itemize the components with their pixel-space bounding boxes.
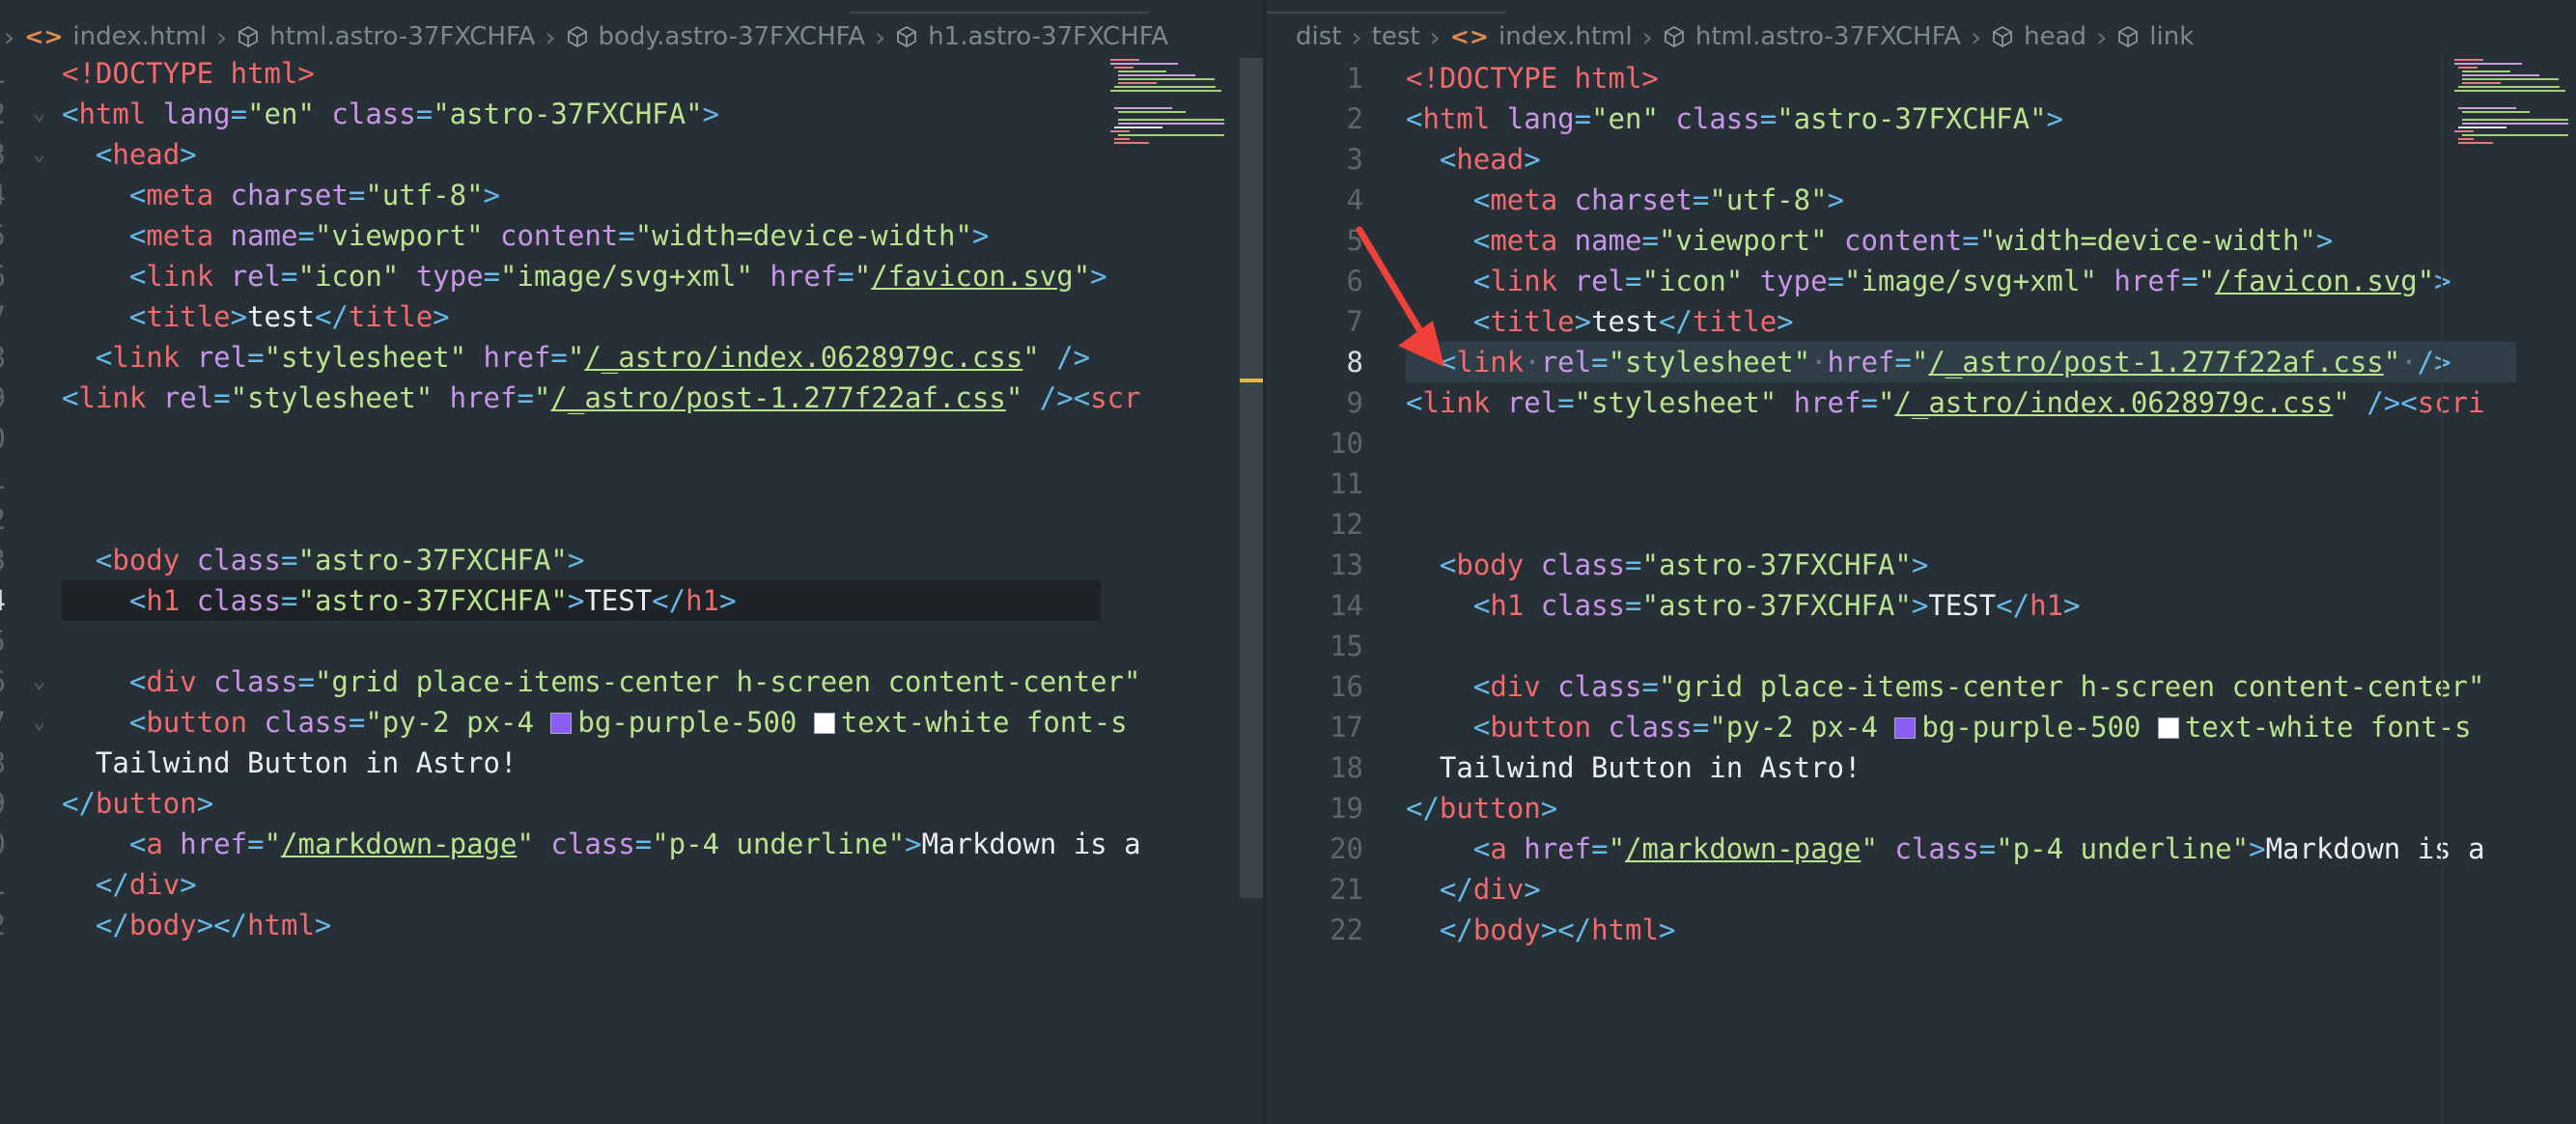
code-line[interactable]: 11 [1267, 464, 2576, 504]
code-line[interactable]: 2 [0, 499, 1267, 540]
minimap[interactable] [1106, 53, 1230, 159]
left-editor-pane[interactable]: › <> index.html › html.astro-37FXCHFA › … [0, 0, 1267, 1124]
chevron-right-icon: › [2096, 20, 2108, 53]
code-line[interactable]: 15 [1267, 626, 2576, 666]
chevron-down-icon[interactable]: ⌄ [33, 661, 45, 702]
breadcrumb-item[interactable]: head [2024, 22, 2086, 51]
chevron-down-icon[interactable]: ⌄ [33, 94, 45, 134]
code-line[interactable]: 6 <link rel="icon" type="image/svg+xml" … [0, 256, 1267, 296]
color-swatch[interactable] [2157, 717, 2179, 739]
right-editor-pane[interactable]: dist › test › <> index.html › html.astro… [1267, 0, 2576, 1124]
code-line[interactable]: 12 [1267, 504, 2576, 545]
cube-icon [1991, 25, 2014, 48]
chevron-right-icon: › [1970, 20, 1982, 53]
chevron-down-icon[interactable]: ⌄ [33, 134, 45, 175]
code-line[interactable]: 17 <button class="py-2 px-4 bg-purple-50… [1267, 707, 2576, 747]
code-line[interactable]: 3 <body class="astro-37FXCHFA"> [0, 540, 1267, 580]
code-line[interactable]: 0 <a href="/markdown-page" class="p-4 un… [0, 824, 1267, 864]
code-line[interactable]: 1 </div> [0, 864, 1267, 905]
scrollbar-marker [1240, 379, 1263, 382]
code-line[interactable]: 1<!DOCTYPE html> [1267, 58, 2576, 98]
chevron-right-icon: › [4, 20, 15, 53]
code-line[interactable]: 1<!DOCTYPE html> [0, 53, 1267, 94]
code-line[interactable]: 8 <link rel="stylesheet" href="/_astro/i… [0, 337, 1267, 378]
color-swatch[interactable] [550, 713, 573, 734]
chevron-right-icon: › [545, 20, 556, 53]
code-line[interactable]: 21 </div> [1267, 869, 2576, 910]
code-line[interactable]: 6⌄ <div class="grid place-items-center h… [0, 661, 1267, 702]
code-line[interactable]: 6 <link rel="icon" type="image/svg+xml" … [1267, 261, 2576, 301]
breadcrumb-item[interactable]: h1.astro-37FXCHFA [928, 22, 1168, 51]
breadcrumb-item[interactable]: dist [1296, 22, 1341, 51]
code-line[interactable]: 10 [1267, 423, 2576, 464]
code-line[interactable]: 2 </body></html> [0, 905, 1267, 945]
code-line[interactable]: 4 <meta charset="utf-8"> [0, 175, 1267, 215]
code-line[interactable]: 13 <body class="astro-37FXCHFA"> [1267, 545, 2576, 585]
html-tag-icon: <> [1449, 23, 1490, 50]
code-line[interactable]: 20 <a href="/markdown-page" class="p-4 u… [1267, 829, 2576, 869]
code-line-current[interactable]: 4 <h1 class="astro-37FXCHFA">TEST</h1> [0, 580, 1267, 621]
code-line[interactable]: 9<link rel="stylesheet" href="/_astro/po… [0, 378, 1267, 418]
chevron-right-icon: › [216, 20, 228, 53]
breadcrumb-item[interactable]: html.astro-37FXCHFA [1695, 22, 1961, 51]
chevron-right-icon: › [1641, 20, 1653, 53]
cube-icon [566, 25, 589, 48]
code-line[interactable]: 18 Tailwind Button in Astro! [1267, 747, 2576, 788]
code-line[interactable]: 5 <meta name="viewport" content="width=d… [1267, 220, 2576, 261]
breadcrumb-item[interactable]: link [2149, 22, 2194, 51]
breadcrumb-item[interactable]: body.astro-37FXCHFA [599, 22, 865, 51]
chevron-down-icon[interactable]: ⌄ [33, 702, 45, 743]
html-tag-icon: <> [24, 23, 64, 50]
code-line[interactable]: 5 <meta name="viewport" content="width=d… [0, 215, 1267, 256]
code-line-current[interactable]: 8 <link·rel="stylesheet"·href="/_astro/p… [1267, 342, 2576, 382]
chevron-right-icon: › [874, 20, 886, 53]
code-line[interactable]: 19 </button> [1267, 788, 2576, 829]
breadcrumb-item[interactable]: test [1372, 22, 1420, 51]
code-line[interactable]: 9</button> [0, 783, 1267, 824]
code-line[interactable]: 9 <link rel="stylesheet" href="/_astro/in… [1267, 382, 2576, 423]
cube-icon [1663, 25, 1686, 48]
red-arrow-annotation [1356, 226, 1444, 367]
breadcrumb-item[interactable]: html.astro-37FXCHFA [269, 22, 535, 51]
code-line[interactable]: 2 <html lang="en" class="astro-37FXCHFA"> [1267, 98, 2576, 139]
chevron-right-icon: › [1351, 20, 1362, 53]
chevron-right-icon: › [1429, 20, 1441, 53]
cube-icon [895, 25, 918, 48]
code-line[interactable]: 7 <title>test</title> [0, 296, 1267, 337]
minimap[interactable] [2450, 53, 2574, 159]
code-line[interactable]: 14 <h1 class="astro-37FXCHFA">TEST</h1> [1267, 585, 2576, 626]
code-line[interactable]: 4 <meta charset="utf-8"> [1267, 180, 2576, 220]
code-line[interactable]: 22 </body></html> [1267, 910, 2576, 950]
minimap-border [2441, 53, 2443, 1124]
code-line[interactable]: 1 [0, 459, 1267, 499]
code-line[interactable]: 3⌄ <head> [0, 134, 1267, 175]
breadcrumb-item[interactable]: index.html [1498, 22, 1633, 51]
code-line[interactable]: 3 <head> [1267, 139, 2576, 180]
color-swatch[interactable] [1894, 717, 1917, 739]
code-line[interactable]: 7 <title>test</title> [1267, 301, 2576, 342]
cube-icon [2116, 25, 2140, 48]
cube-icon [237, 25, 260, 48]
code-line[interactable]: 7⌄ <button class="py-2 px-4 bg-purple-50… [0, 702, 1267, 743]
code-line[interactable]: 8 Tailwind Button in Astro! [0, 743, 1267, 783]
color-swatch[interactable] [813, 713, 835, 734]
code-line[interactable]: 5 [0, 621, 1267, 661]
code-line[interactable]: 2⌄<html lang="en" class="astro-37FXCHFA"… [0, 94, 1267, 134]
code-line[interactable]: 0 [0, 418, 1267, 459]
scrollbar[interactable] [1240, 58, 1263, 898]
code-line[interactable]: 16 <div class="grid place-items-center h… [1267, 666, 2576, 707]
breadcrumb-item[interactable]: index.html [72, 22, 207, 51]
